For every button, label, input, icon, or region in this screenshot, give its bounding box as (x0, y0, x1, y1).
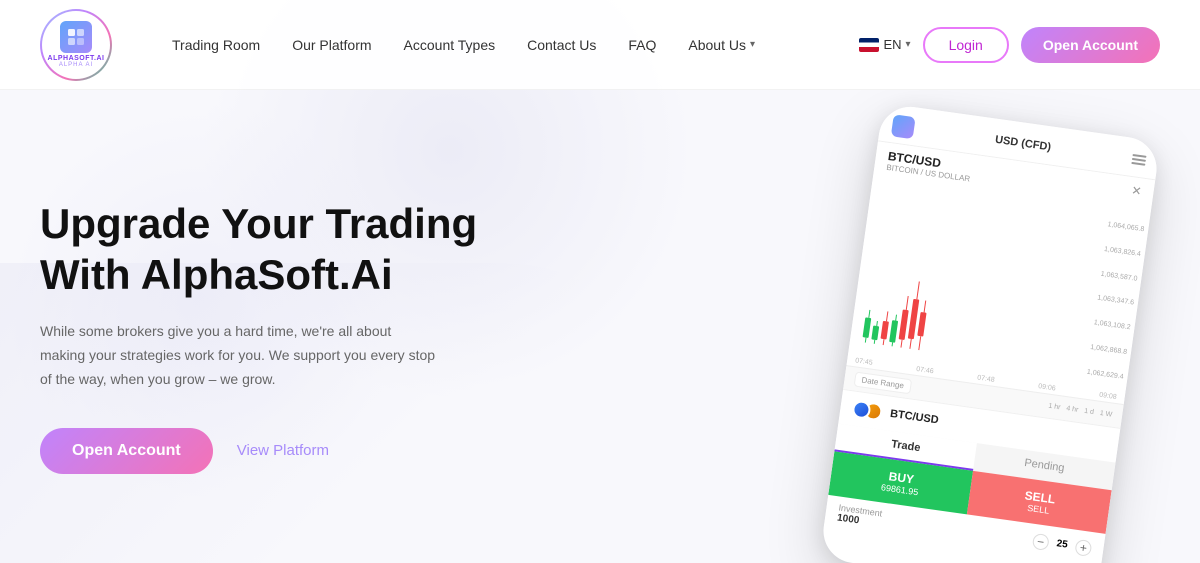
investment-controls: − 25 + (1032, 532, 1093, 556)
timeline-2: 07:46 (916, 366, 934, 375)
timeline-4: 09:06 (1038, 383, 1056, 392)
phone-mockup: USD (CFD) ✕ BTC/USD BITCOIN / US DOLLAR (819, 103, 1160, 563)
nav-faq[interactable]: FAQ (628, 37, 656, 53)
nav-trading-room[interactable]: Trading Room (172, 37, 260, 53)
phone-pair-label: USD (CFD) (994, 134, 1051, 154)
brand-subname: ALPHA AI (59, 62, 93, 68)
investment-display: 25 (1056, 538, 1069, 550)
price-label-3: 1,063,587.0 (1085, 268, 1137, 282)
navbar: ALPHASOFT.AI ALPHA AI Trading Room Our P… (0, 0, 1200, 90)
logo-circle: ALPHASOFT.AI ALPHA AI (40, 9, 112, 81)
view-platform-button[interactable]: View Platform (237, 442, 329, 459)
price-label-1: 1,064,065.8 (1092, 219, 1144, 233)
hero-description: While some brokers give you a hard time,… (40, 320, 440, 391)
hero-buttons: Open Account View Platform (40, 428, 520, 474)
nav-account-types[interactable]: Account Types (404, 37, 496, 53)
investment-info: Investment 1000 (836, 503, 883, 530)
hero-section: Upgrade Your Trading With AlphaSoft.Ai W… (0, 90, 1200, 563)
investment-decrement[interactable]: − (1032, 532, 1050, 550)
pair-flags (851, 400, 883, 422)
phone-close-icon: ✕ (1131, 183, 1143, 198)
lang-chevron-icon: ▾ (906, 39, 911, 50)
phone-menu-icon (1131, 154, 1146, 166)
price-label-5: 1,063,108.2 (1078, 317, 1130, 331)
candlestick-chart (857, 181, 1091, 381)
timeline-3: 07:48 (977, 375, 995, 384)
open-account-hero-button[interactable]: Open Account (40, 428, 213, 474)
date-options: 1 hr 4 hr 1 d 1 W (1048, 403, 1113, 419)
candle-2 (871, 321, 880, 345)
hero-image: USD (CFD) ✕ BTC/USD BITCOIN / US DOLLAR (780, 100, 1200, 563)
flag-icon (859, 38, 879, 52)
hero-title: Upgrade Your Trading With AlphaSoft.Ai (40, 199, 520, 300)
date-opt-3: 1 d (1084, 408, 1095, 416)
language-label: EN (883, 37, 901, 52)
open-account-nav-button[interactable]: Open Account (1021, 27, 1160, 63)
price-label-6: 1,062,868.8 (1075, 342, 1127, 356)
date-opt-1: 1 hr (1048, 403, 1061, 412)
nav-links: Trading Room Our Platform Account Types … (172, 37, 839, 53)
date-opt-2: 4 hr (1066, 405, 1079, 414)
phone-chart-area: 1,064,065.8 1,063,826.4 1,063,587.0 1,06… (848, 176, 1150, 393)
nav-contact-us[interactable]: Contact Us (527, 37, 596, 53)
login-button[interactable]: Login (923, 27, 1009, 63)
nav-right: EN ▾ Login Open Account (859, 27, 1160, 63)
price-label-7: 1,062,629.4 (1072, 367, 1124, 381)
hero-content: Upgrade Your Trading With AlphaSoft.Ai W… (40, 179, 520, 473)
investment-increment[interactable]: + (1074, 538, 1092, 556)
phone-logo (891, 114, 916, 139)
timeline-5: 09:08 (1099, 392, 1117, 401)
chevron-down-icon: ▾ (750, 39, 755, 50)
nav-our-platform[interactable]: Our Platform (292, 37, 371, 53)
pair-name: BTC/USD (889, 408, 939, 427)
logo-icon (60, 21, 92, 53)
nav-about-us[interactable]: About Us ▾ (688, 37, 755, 53)
price-label-4: 1,063,347.6 (1082, 293, 1134, 307)
language-selector[interactable]: EN ▾ (859, 37, 910, 52)
timeline-1: 07:45 (855, 357, 873, 366)
brand-name: ALPHASOFT.AI (48, 55, 105, 62)
date-opt-4: 1 W (1099, 410, 1112, 419)
logo-area[interactable]: ALPHASOFT.AI ALPHA AI (40, 9, 112, 81)
price-label-2: 1,063,826.4 (1089, 244, 1141, 258)
